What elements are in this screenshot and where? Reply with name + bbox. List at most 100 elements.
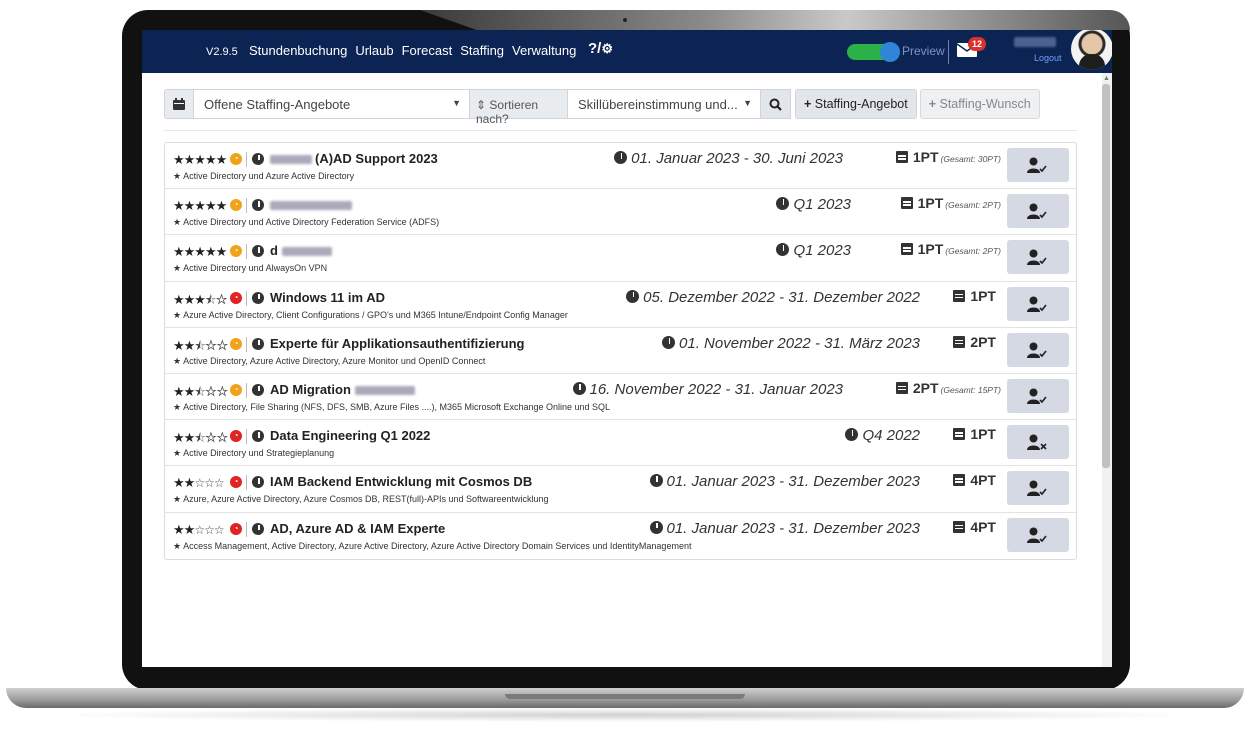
effort-days: 2PT bbox=[953, 334, 996, 350]
offer-skills: ★ Active Directory und Active Directory … bbox=[173, 217, 440, 228]
filter-select[interactable]: Offene Staffing-Angebote ▼ bbox=[194, 89, 470, 119]
menu-stundenbuchung[interactable]: Stundenbuchung bbox=[249, 43, 347, 58]
menu-forecast[interactable]: Forecast bbox=[402, 43, 453, 58]
calendar-icon bbox=[953, 428, 966, 441]
offer-title[interactable]: AD Migration bbox=[270, 382, 418, 397]
offer-period: 01. November 2022 - 31. März 2023 bbox=[662, 335, 920, 352]
search-icon bbox=[769, 98, 782, 111]
laptop-glare bbox=[420, 10, 1130, 30]
offer-title[interactable]: Experte für Applikationsauthentifizierun… bbox=[270, 336, 524, 351]
offer-row[interactable]: ★★⯪☆☆ ◔ Data Engineering Q1 2022 ★ Active D… bbox=[165, 420, 1076, 467]
clock-icon bbox=[649, 520, 663, 534]
calendar-icon bbox=[900, 197, 913, 210]
clock-icon bbox=[252, 476, 264, 489]
add-staffing-wish-button[interactable]: + Staffing-Wunsch bbox=[919, 89, 1040, 119]
sort-icon: ⇕ bbox=[476, 98, 487, 112]
sort-select[interactable]: Skillübereinstimmung und... ▼ bbox=[568, 89, 761, 119]
separator bbox=[246, 475, 247, 491]
rating-stars: ★★★★★ bbox=[173, 152, 227, 167]
user-check-icon bbox=[1027, 157, 1047, 173]
rating-stars: ★★☆☆☆ bbox=[173, 475, 225, 491]
offer-title[interactable]: d bbox=[270, 243, 335, 258]
effort-days: 4PT bbox=[953, 519, 996, 535]
deadline-critical-icon: ◔ bbox=[230, 430, 242, 443]
offer-period: Q1 2023 bbox=[776, 196, 851, 213]
app-version: V2.9.5 bbox=[206, 46, 238, 58]
offer-row[interactable]: ★★★⯪☆ ◔ Windows 11 im AD ★ Azure Active Dir… bbox=[165, 282, 1076, 328]
separator bbox=[246, 521, 247, 537]
offer-row[interactable]: ★★☆☆☆ ◔ AD, Azure AD & IAM Experte ★ Access… bbox=[165, 513, 1076, 559]
user-check-icon bbox=[1027, 527, 1047, 543]
calendar-icon bbox=[953, 335, 966, 348]
deadline-critical-icon: ◔ bbox=[230, 476, 242, 489]
offer-title[interactable]: Windows 11 im AD bbox=[270, 290, 385, 305]
clock-icon bbox=[252, 522, 264, 535]
deadline-warning-icon: ◔ bbox=[230, 199, 242, 212]
offer-title[interactable]: Data Engineering Q1 2022 bbox=[270, 428, 430, 443]
app-screen: V2.9.5 Stundenbuchung Urlaub Forecast St… bbox=[142, 30, 1112, 667]
rating-stars: ★★⯪☆☆ bbox=[173, 337, 229, 353]
deadline-warning-icon: ◔ bbox=[230, 245, 242, 258]
calendar-icon bbox=[164, 89, 194, 119]
rating-stars: ★★⯪☆☆ bbox=[173, 383, 229, 399]
offer-title[interactable]: AD, Azure AD & IAM Experte bbox=[270, 521, 445, 536]
withdraw-button[interactable] bbox=[1007, 425, 1069, 460]
camera bbox=[623, 18, 627, 22]
deadline-warning-icon: ◔ bbox=[230, 337, 242, 350]
calendar-icon bbox=[953, 520, 966, 533]
avatar[interactable] bbox=[1071, 30, 1112, 70]
offer-row[interactable]: ★★⯪☆☆ ◔ AD Migration ★ Active Directory, Fi… bbox=[165, 374, 1076, 421]
rating-stars: ★★★★★ bbox=[173, 198, 227, 214]
apply-button[interactable] bbox=[1007, 286, 1069, 321]
user-name-blurred bbox=[1014, 37, 1056, 47]
separator bbox=[246, 152, 247, 167]
offer-title[interactable] bbox=[270, 197, 355, 212]
separator bbox=[246, 244, 247, 260]
offer-row[interactable]: ★★★★★ ◔ ★ Active Directory und Active Dire… bbox=[165, 189, 1076, 236]
separator bbox=[246, 429, 247, 445]
apply-button[interactable] bbox=[1007, 332, 1069, 367]
clock-icon bbox=[572, 381, 586, 395]
clock-icon bbox=[626, 289, 640, 303]
apply-button[interactable] bbox=[1007, 240, 1069, 275]
offer-row[interactable]: ★★★★★ ◔ d ★ Active Directory und AlwaysOn V… bbox=[165, 235, 1076, 282]
offer-row[interactable]: ★★☆☆☆ ◔ IAM Backend Entwicklung mit Cosmos… bbox=[165, 466, 1076, 513]
search-button[interactable] bbox=[761, 89, 791, 119]
offer-skills: ★ Active Directory und Azure Active Dire… bbox=[173, 171, 355, 181]
scroll-up-icon[interactable]: ▲ bbox=[1103, 75, 1110, 82]
plus-icon: + bbox=[804, 97, 812, 111]
help-settings-menu[interactable]: ?/⚙ bbox=[588, 40, 613, 57]
scrollbar-thumb[interactable] bbox=[1102, 84, 1110, 468]
offer-row[interactable]: ★★★★★ ◔ (A)AD Support 2023 ★ Active Directo… bbox=[165, 143, 1076, 190]
apply-button[interactable] bbox=[1007, 148, 1069, 182]
separator bbox=[246, 336, 247, 352]
main-menu: Stundenbuchung Urlaub Forecast Staffing … bbox=[249, 43, 584, 58]
offer-title[interactable]: (A)AD Support 2023 bbox=[270, 151, 438, 166]
user-check-icon bbox=[1027, 296, 1047, 312]
laptop-shadow bbox=[40, 708, 1210, 722]
clock-icon bbox=[252, 153, 264, 165]
menu-urlaub[interactable]: Urlaub bbox=[355, 43, 393, 58]
clock-icon bbox=[845, 428, 859, 442]
rating-stars: ★★⯪☆☆ bbox=[173, 430, 229, 446]
effort-days: 1PT bbox=[953, 288, 996, 304]
add-staffing-offer-button[interactable]: + Staffing-Angebot bbox=[795, 89, 917, 119]
offer-row[interactable]: ★★⯪☆☆ ◔ Experte für Applikationsauthentifi… bbox=[165, 328, 1076, 374]
offer-skills: ★ Active Directory, File Sharing (NFS, D… bbox=[173, 401, 611, 412]
offer-period: 05. Dezember 2022 - 31. Dezember 2022 bbox=[626, 289, 920, 306]
logout-link[interactable]: Logout bbox=[1034, 53, 1062, 63]
apply-button[interactable] bbox=[1007, 194, 1069, 229]
menu-verwaltung[interactable]: Verwaltung bbox=[512, 43, 576, 58]
preview-toggle[interactable] bbox=[847, 42, 900, 62]
apply-button[interactable] bbox=[1007, 471, 1069, 506]
effort-days: 1PT (Gesamt: 30PT) bbox=[895, 149, 1001, 165]
apply-button[interactable] bbox=[1007, 517, 1069, 552]
apply-button[interactable] bbox=[1007, 378, 1069, 413]
calendar-icon bbox=[900, 243, 913, 256]
menu-staffing[interactable]: Staffing bbox=[460, 43, 504, 58]
user-check-icon bbox=[1027, 249, 1047, 266]
offer-title[interactable]: IAM Backend Entwicklung mit Cosmos DB bbox=[270, 474, 532, 489]
offer-skills: ★ Active Directory und Strategieplanung bbox=[173, 448, 335, 459]
rating-stars: ★★★⯪☆ bbox=[173, 291, 228, 307]
offer-period: 01. Januar 2023 - 31. Dezember 2023 bbox=[649, 473, 920, 490]
